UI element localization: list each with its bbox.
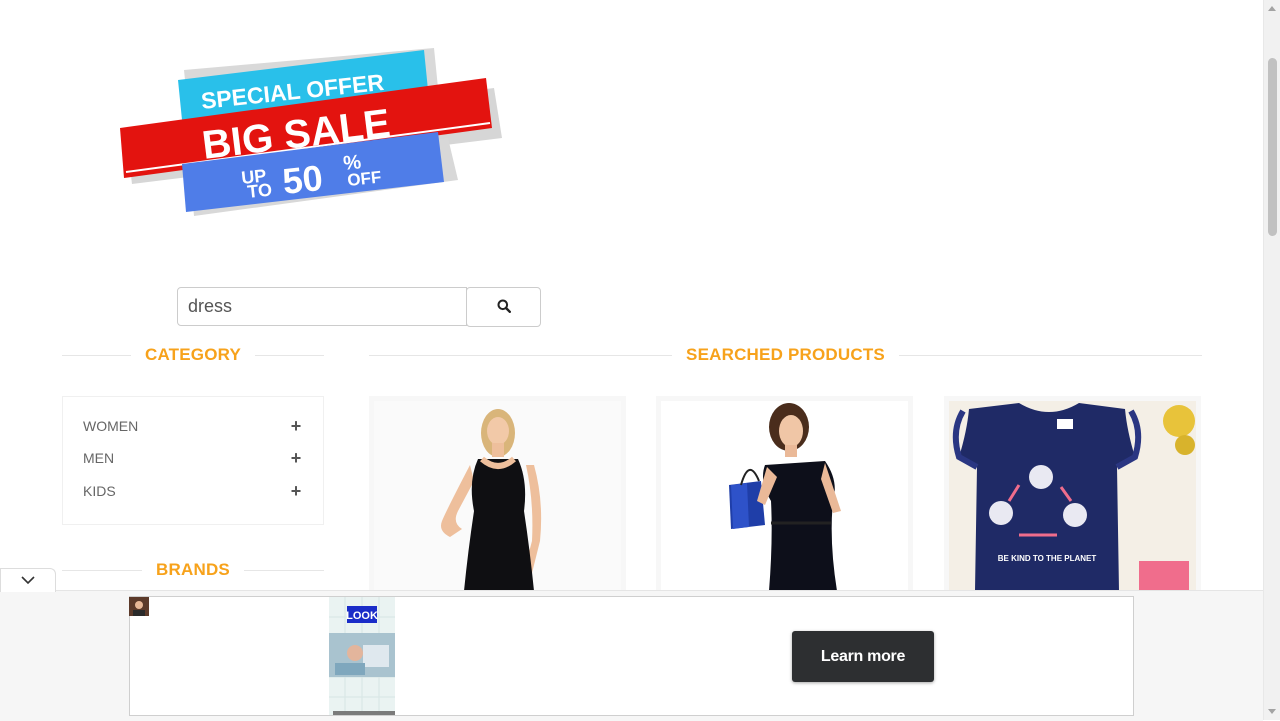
sale-banner: SPECIAL OFFER BIG SALE UP TO 50 % OFF <box>118 46 508 221</box>
scroll-down-arrow[interactable] <box>1268 709 1276 714</box>
category-item-women[interactable]: WOMEN + <box>83 415 303 437</box>
category-item-men[interactable]: MEN + <box>83 447 303 469</box>
plus-icon[interactable]: + <box>289 481 303 502</box>
category-label: WOMEN <box>83 418 139 434</box>
product-print-text: BE KIND TO THE PLANET <box>998 554 1097 563</box>
category-title: CATEGORY <box>144 345 242 364</box>
category-label: MEN <box>83 450 115 466</box>
banner-to: TO <box>246 180 273 202</box>
product-card[interactable]: BE KIND TO THE PLANET <box>944 396 1201 596</box>
ad-collapse-button[interactable] <box>0 568 56 592</box>
product-card[interactable] <box>369 396 626 596</box>
product-card[interactable] <box>656 396 913 596</box>
search-input[interactable] <box>177 287 467 326</box>
search-icon <box>497 299 511 316</box>
ad-media-image[interactable]: LOOK <box>329 597 395 715</box>
banner-off: OFF <box>346 168 382 190</box>
scroll-up-arrow[interactable] <box>1268 6 1276 11</box>
category-panel: WOMEN + MEN + KIDS + <box>62 396 324 525</box>
product-image-black-tank-dress <box>374 401 621 591</box>
searched-products-title: SEARCHED PRODUCTS <box>686 345 885 364</box>
banner-amount: 50 <box>281 157 325 202</box>
product-image-kids-tshirt: BE KIND TO THE PLANET <box>949 401 1196 591</box>
scroll-thumb[interactable] <box>1268 58 1277 236</box>
category-heading: CATEGORY <box>62 344 325 366</box>
product-image-black-dress-shopping-bag <box>661 401 908 591</box>
chevron-down-icon <box>20 572 36 590</box>
search-bar <box>177 287 541 327</box>
learn-more-button[interactable]: Learn more <box>792 631 934 682</box>
plus-icon[interactable]: + <box>289 448 303 469</box>
ad-logo-text: LOOK <box>346 610 378 622</box>
brands-heading: BRANDS <box>62 559 324 581</box>
search-button[interactable] <box>466 287 541 327</box>
ad-content[interactable] <box>129 596 1134 716</box>
category-label: KIDS <box>83 483 116 499</box>
searched-products-heading: SEARCHED PRODUCTS <box>369 344 1203 366</box>
page-scrollbar[interactable] <box>1263 0 1280 720</box>
plus-icon[interactable]: + <box>289 416 303 437</box>
brands-title: BRANDS <box>156 560 230 579</box>
ad-avatar <box>129 597 149 616</box>
category-item-kids[interactable]: KIDS + <box>83 480 303 502</box>
